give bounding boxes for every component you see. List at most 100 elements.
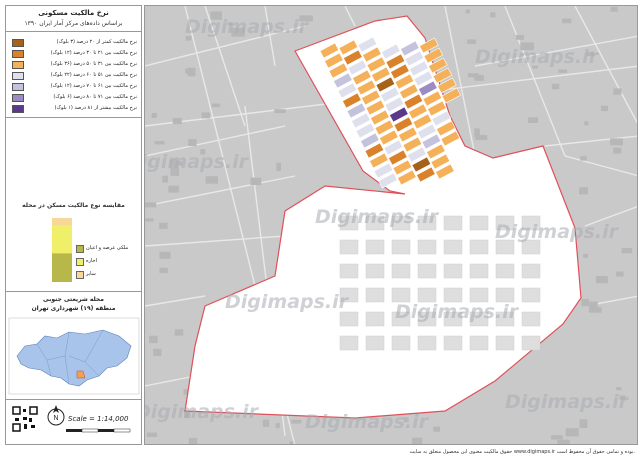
north-label: N <box>53 415 58 422</box>
legend-label: نرخ مالکیت بین ۵۱ تا ۶۰ درصد (۲۲ بلوک) <box>50 72 137 78</box>
building <box>159 251 171 259</box>
building <box>551 435 563 440</box>
building <box>231 27 245 37</box>
building <box>433 426 441 432</box>
park-structure <box>391 215 411 231</box>
park-structure <box>443 335 463 351</box>
building <box>532 65 539 69</box>
building <box>145 202 157 208</box>
park-structure <box>339 263 359 279</box>
building <box>211 103 221 108</box>
building <box>154 141 165 145</box>
legend-item: نرخ مالکیت بیشتر از ۸۱ درصد (۱ بلوک) <box>12 104 137 113</box>
building <box>615 387 622 391</box>
chart-title: مقایسه نوع مالکیت مسکن در محله <box>22 202 125 209</box>
park-structure <box>365 263 385 279</box>
chart-legend-other: سایر <box>86 271 96 277</box>
legend-swatch <box>12 105 24 113</box>
building <box>188 139 197 147</box>
legend-swatch <box>12 61 24 69</box>
footer-section: N Scale = 1:14,000 <box>6 400 141 446</box>
park-structure <box>521 215 541 231</box>
building <box>146 432 158 438</box>
building <box>467 73 479 78</box>
legend-item: نرخ مالکیت بین ۳۱ تا ۵۰ درصد (۳۶ بلوک) <box>12 60 137 69</box>
location-section: محله شریعتی جنوبی منطقه (۱۹) شهرداری تهر… <box>6 292 141 400</box>
park-structure <box>443 215 463 231</box>
chart-legend-rent: اجاره <box>86 258 98 264</box>
park-structure <box>391 335 411 351</box>
park-structure <box>521 239 541 255</box>
tehran-inset-map <box>8 317 140 395</box>
park-structure <box>443 263 463 279</box>
legend-swatch <box>12 39 24 47</box>
park-structure <box>495 239 515 255</box>
building <box>250 177 262 186</box>
legend-item: نرخ مالکیت بین ۷۱ تا ۸۰ درصد (۶ بلوک) <box>12 93 137 102</box>
park-structure <box>469 239 489 255</box>
chart-bar-segment <box>52 218 72 226</box>
park-structure <box>417 335 437 351</box>
park-structure <box>417 263 437 279</box>
park-structure <box>365 311 385 327</box>
north-arrow-icon: N <box>47 405 65 426</box>
building <box>610 138 623 146</box>
building <box>610 6 618 12</box>
building <box>586 51 595 57</box>
chart-legend-owned: ملکی عرصه و اعیان <box>86 245 129 251</box>
park-structure <box>417 215 437 231</box>
building <box>579 419 588 428</box>
building <box>262 419 270 427</box>
building <box>613 88 622 95</box>
park-structure <box>443 239 463 255</box>
legend-label: نرخ مالکیت کمتر از ۲۰ درصد (۳ بلوک) <box>56 39 137 45</box>
building <box>289 441 294 444</box>
park-structure <box>469 311 489 327</box>
building <box>403 417 409 423</box>
building <box>174 329 184 336</box>
scale-text: Scale = 1:14,000 <box>68 415 129 423</box>
legend-swatch <box>12 94 24 102</box>
building <box>579 187 589 195</box>
park-structure <box>495 215 515 231</box>
building <box>168 185 180 193</box>
chart-bar-segment <box>52 253 72 282</box>
park-structure <box>339 335 359 351</box>
building <box>613 147 622 154</box>
basemap <box>145 6 637 444</box>
title-section: نرخ مالکیت مسکونی براساس داده‌های مرکز آ… <box>6 6 141 32</box>
park-structure <box>339 239 359 255</box>
park-structure <box>469 287 489 303</box>
building <box>583 253 588 258</box>
map-canvas[interactable]: Digimaps.ir Digimaps.ir Digimaps.ir Digi… <box>144 5 638 445</box>
legend-panel: نرخ مالکیت مسکونی براساس داده‌های مرکز آ… <box>5 5 142 445</box>
chart-legend-swatch-rent <box>76 258 84 266</box>
park-structure <box>521 335 541 351</box>
legend-item: نرخ مالکیت بین ۵۱ تا ۶۰ درصد (۲۲ بلوک) <box>12 71 137 80</box>
building <box>565 428 579 437</box>
legend-swatch <box>12 83 24 91</box>
building <box>616 271 624 277</box>
building <box>581 298 590 307</box>
map-layout: نرخ مالکیت مسکونی براساس داده‌های مرکز آ… <box>0 0 643 461</box>
legend-swatch <box>12 50 24 58</box>
building <box>580 156 587 161</box>
building <box>557 439 570 444</box>
building <box>200 149 206 155</box>
building <box>162 175 169 183</box>
park-structure <box>391 263 411 279</box>
building <box>467 39 477 44</box>
building <box>621 247 633 254</box>
building <box>149 335 158 344</box>
building <box>201 112 211 119</box>
building <box>227 22 233 26</box>
building <box>275 423 280 429</box>
building <box>600 105 608 112</box>
park-structure <box>339 287 359 303</box>
building <box>188 437 198 444</box>
park-structure <box>365 239 385 255</box>
legend-item: نرخ مالکیت بین ۶۱ تا ۷۰ درصد (۱۲ بلوک) <box>12 82 137 91</box>
park-structure <box>417 311 437 327</box>
building <box>584 121 589 126</box>
building <box>465 9 470 14</box>
